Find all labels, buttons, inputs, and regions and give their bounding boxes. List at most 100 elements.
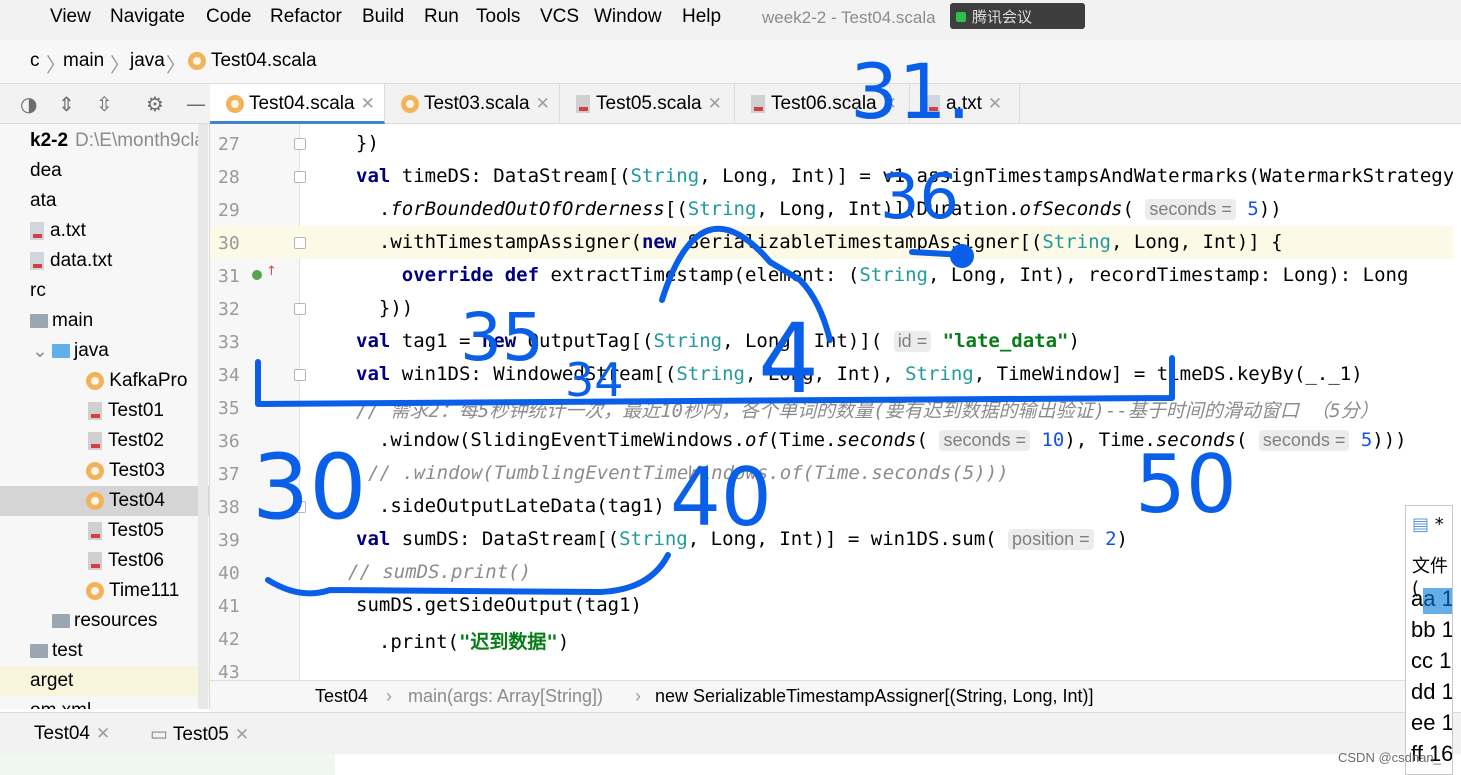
tree-scrollbar[interactable] [198,124,208,709]
menu-tools[interactable]: Tools [476,6,520,28]
notepad-title: ▤ * [1412,514,1444,535]
notepad-line[interactable]: ee 1 [1411,710,1452,736]
minimize-icon[interactable]: — [186,92,206,116]
tree-item-test05[interactable]: Test05 [0,516,209,546]
tree-item-a-txt[interactable]: a.txt [0,216,209,246]
fold-marker-icon[interactable] [294,501,306,513]
tree-item-resources[interactable]: resources [0,606,209,636]
tree-item-pom[interactable]: om.xml [0,696,209,709]
crumb-method[interactable]: main(args: Array[String]) [408,686,603,707]
run-tab-test05[interactable]: ▭ Test05 ✕ [150,723,249,746]
breadcrumb-file[interactable]: Test04.scala [188,50,317,72]
fold-marker-icon[interactable] [294,171,306,183]
text-file-icon [30,251,44,270]
close-icon[interactable]: ✕ [536,94,550,113]
source-folder-icon [52,343,70,358]
text-selection [1423,588,1452,614]
fold-marker-icon[interactable] [294,138,306,150]
chevron-right-icon: 〉 [110,53,130,77]
fold-marker-icon[interactable] [294,303,306,315]
gear-icon[interactable]: ⚙ [146,92,164,116]
close-icon[interactable]: ✕ [361,94,375,113]
code-line-35[interactable]: 35 // 需求2：每5秒钟统计一次，最近10秒内，各个单词的数量(要有迟到数据… [210,391,1453,424]
code-line-37[interactable]: 37 // .window(TumblingEventTimeWindows.o… [210,457,1453,490]
code-line-33[interactable]: 33 val tag1 = new OutputTag[(String, Lon… [210,325,1453,358]
tree-item-data-txt[interactable]: data.txt [0,246,209,276]
tree-item-kafkapro[interactable]: KafkaPro [0,366,209,396]
tree-item-test[interactable]: test [0,636,209,666]
code-line-41[interactable]: 41 sumDS.getSideOutput(tag1) [210,589,1453,622]
notepad-window[interactable]: ▤ * 文件( aa 1 bb 1 cc 1 dd 1 ee 1 ff 16 [1405,505,1453,775]
code-line-27[interactable]: 27 }) [210,127,1453,160]
code-line-39[interactable]: 39 val sumDS: DataStream[(String, Long, … [210,523,1453,556]
fold-marker-icon[interactable] [294,369,306,381]
code-editor[interactable]: 27 }) 28 val timeDS: DataStream[(String,… [210,124,1453,680]
close-icon[interactable]: ✕ [708,94,722,113]
menu-run[interactable]: Run [424,6,459,28]
code-line-29[interactable]: 29 .forBoundedOutOfOrderness[(String, Lo… [210,193,1453,226]
tree-item-test01[interactable]: Test01 [0,396,209,426]
menu-view[interactable]: View [50,6,91,28]
expand-all-icon[interactable]: ⇕ [58,92,75,116]
tree-item-time111[interactable]: Time111 [0,576,209,606]
menu-code[interactable]: Code [206,6,251,28]
tab-test06[interactable]: Test06.scala ✕ [735,84,910,124]
crumb-anonymous-class[interactable]: new SerializableTimestampAssigner[(Strin… [655,686,1094,707]
collapse-all-icon[interactable]: ⇳ [96,92,113,116]
tab-a-txt[interactable]: a.txt ✕ [910,84,1020,124]
crumb-class[interactable]: Test04 [315,686,368,707]
code-line-28[interactable]: 28 val timeDS: DataStream[(String, Long,… [210,160,1453,193]
locate-icon[interactable]: ◑ [20,92,37,116]
code-line-36[interactable]: 36 .window(SlidingEventTimeWindows.of(Ti… [210,424,1453,457]
tree-item-data-folder[interactable]: ata [0,186,209,216]
tree-root[interactable]: k2-2 D:\E\month9cla [0,126,209,156]
fold-marker-icon[interactable] [294,237,306,249]
menu-build[interactable]: Build [362,6,404,28]
folder-icon [30,313,48,328]
breadcrumb-main[interactable]: main [63,50,104,72]
menu-help[interactable]: Help [682,6,721,28]
code-line-34[interactable]: 34 val win1DS: WindowedStream[(String, L… [210,358,1453,391]
code-line-40[interactable]: 40 // sumDS.print() [210,556,1453,589]
tree-item-java[interactable]: ⌄ java [0,336,209,366]
code-line-43[interactable]: 43 [210,655,1453,680]
notepad-line[interactable]: bb 1 [1411,617,1452,643]
tree-item-src[interactable]: rc [0,276,209,306]
notepad-icon: ▤ [1412,514,1430,535]
tree-item-target[interactable]: arget [0,666,209,696]
tree-item-test04[interactable]: Test04 [0,486,209,516]
menu-vcs[interactable]: VCS [540,6,579,28]
folder-icon [30,643,48,658]
close-icon[interactable]: ✕ [883,94,897,113]
scala-object-icon [401,94,419,113]
breadcrumb-src[interactable]: c [30,50,40,72]
run-tab-test04[interactable]: Test04 ✕ [34,723,110,745]
close-icon[interactable]: ✕ [988,94,1002,113]
menu-navigate[interactable]: Navigate [110,6,185,28]
menu-refactor[interactable]: Refactor [270,6,342,28]
tree-item-main[interactable]: main [0,306,209,336]
code-line-42[interactable]: 42 .print("迟到数据") [210,622,1453,655]
tab-test05[interactable]: Test05.scala ✕ [560,84,735,124]
tree-item-test02[interactable]: Test02 [0,426,209,456]
notepad-line[interactable]: cc 1 [1411,648,1451,674]
close-icon[interactable]: ✕ [235,725,249,744]
breadcrumb-java[interactable]: java [130,50,165,72]
implements-method-icon[interactable] [252,270,262,280]
notepad-line[interactable]: dd 1 [1411,679,1452,705]
code-line-31[interactable]: 31 override def extractTimestamp(element… [210,259,1453,292]
tree-item-test06[interactable]: Test06 [0,546,209,576]
tree-item-idea[interactable]: dea [0,156,209,186]
meeting-badge[interactable]: 腾讯会议 [950,3,1085,29]
close-icon[interactable]: ✕ [96,724,110,743]
code-line-30[interactable]: 30 .withTimestampAssigner(new Serializab… [210,226,1453,259]
code-line-32[interactable]: 32 })) [210,292,1453,325]
tree-item-test03[interactable]: Test03 [0,456,209,486]
tab-test03[interactable]: Test03.scala ✕ [385,84,560,124]
override-arrow-icon[interactable]: ↑ [266,264,277,279]
code-line-38[interactable]: 38 .sideOutputLateData(tag1) [210,490,1453,523]
tab-test04[interactable]: Test04.scala ✕ [210,84,385,124]
menu-window[interactable]: Window [594,6,662,28]
resources-folder-icon [52,613,70,628]
scala-file-icon [88,431,102,450]
